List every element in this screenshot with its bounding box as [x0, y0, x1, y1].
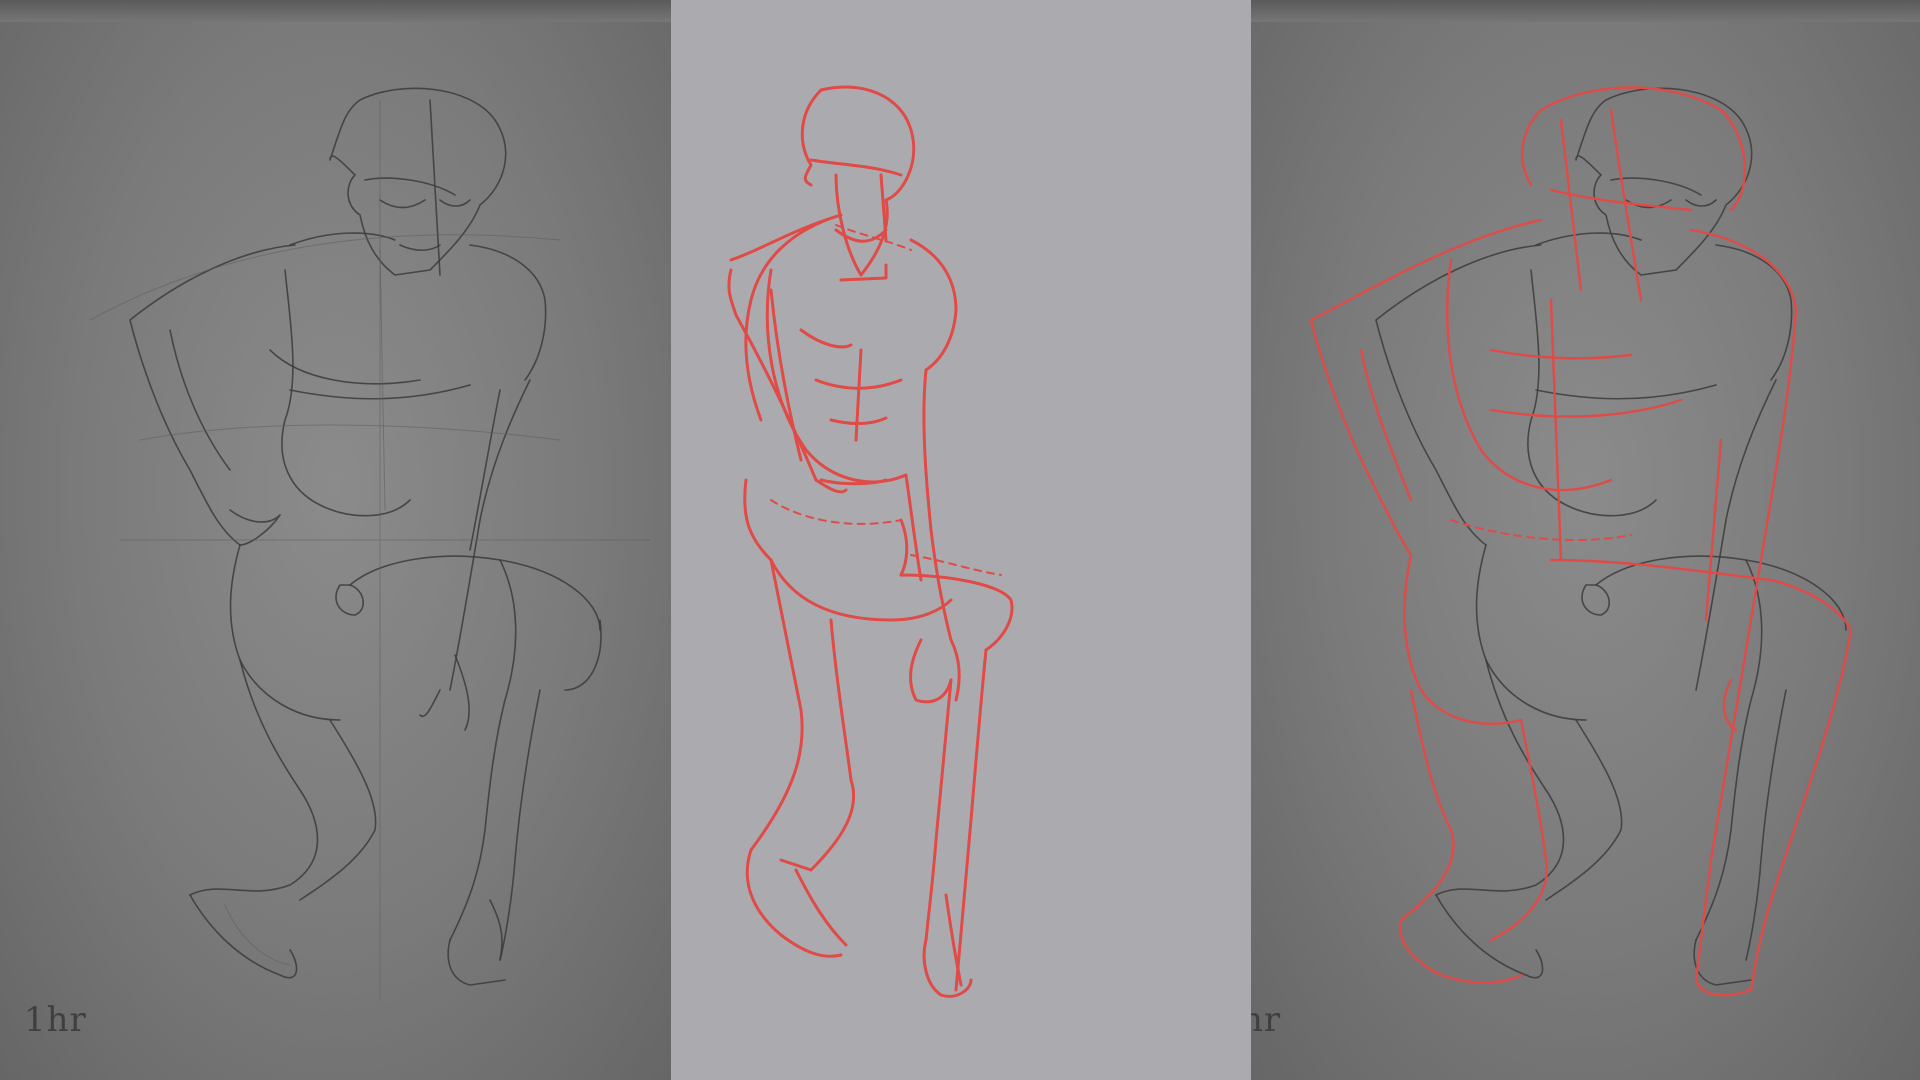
triptych-canvas: 1hr hr	[0, 0, 1920, 1080]
duration-caption-left: 1hr	[24, 1000, 87, 1040]
original-sketch-panel: 1hr	[0, 0, 671, 1080]
pencil-figure-drawing	[89, 87, 651, 1001]
overlay-panel: hr	[1251, 0, 1920, 1080]
red-construction-drawing	[727, 85, 1014, 998]
duration-caption-right: hr	[1251, 1000, 1282, 1040]
construction-lines-panel	[671, 0, 1251, 1080]
red-construction-overlay	[1309, 86, 1853, 997]
